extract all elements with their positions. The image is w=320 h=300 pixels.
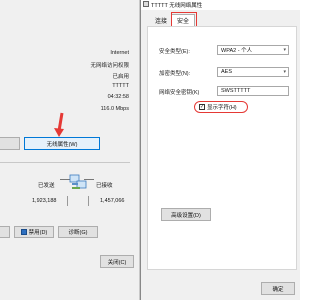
details-button[interactable] [0, 137, 20, 150]
received-label: 已接收 [96, 183, 113, 189]
shield-icon [20, 229, 27, 235]
connection-ipv6-value: 无网络访问权限 [90, 63, 129, 69]
window-title: TTTTT 无线网络属性 [151, 3, 203, 9]
activity-divider [88, 196, 89, 206]
disable-button-label: 禁用(D) [28, 230, 48, 236]
disable-button[interactable]: 禁用(D) [14, 226, 54, 238]
encryption-type-select[interactable]: AES ▾ [217, 67, 289, 77]
wireless-properties-button[interactable]: 无线属性(W) [24, 137, 100, 150]
tab-panel [147, 26, 297, 270]
network-key-input[interactable]: SWSTTTTT [217, 86, 289, 96]
tab-connection[interactable]: 连接 [151, 14, 171, 26]
ok-button[interactable]: 确定 [261, 282, 295, 295]
activity-divider [67, 196, 68, 206]
security-type-select[interactable]: WPA2 - 个人 ▾ [217, 45, 289, 55]
encryption-type-label: 加密类型(N): [159, 71, 191, 77]
diagnose-button[interactable]: 诊断(G) [58, 226, 98, 238]
section-divider [0, 162, 130, 163]
sent-label: 已发送 [38, 183, 55, 189]
media-state-value: 已启用 [112, 74, 129, 80]
arrow-annotation-icon [54, 112, 64, 137]
network-key-label: 网络安全密钥(K) [159, 90, 200, 96]
security-type-value: WPA2 - 个人 [221, 48, 253, 54]
encryption-type-value: AES [221, 69, 233, 75]
security-type-label: 安全类型(E): [159, 49, 190, 55]
checkbox-check-icon: ✓ [199, 104, 205, 110]
chevron-down-icon: ▾ [283, 69, 286, 75]
close-button[interactable]: 关闭(C) [100, 255, 134, 268]
properties-button[interactable] [0, 226, 10, 238]
show-characters-checkbox[interactable]: ✓ 显示字符(H) [199, 103, 237, 111]
show-characters-label: 显示字符(H) [207, 105, 237, 111]
chevron-down-icon: ▾ [283, 47, 286, 53]
advanced-settings-button[interactable]: 高级设置(D) [161, 208, 211, 221]
sent-value: 1,923,188 [32, 198, 57, 204]
app-icon [143, 1, 149, 7]
ssid-value: TTTTT [112, 83, 129, 89]
duration-value: 04:32:58 [107, 94, 129, 100]
title-bar: TTTTT 无线网络属性 [141, 0, 301, 10]
network-activity-icon [69, 174, 87, 189]
speed-value: 116.0 Mbps [100, 106, 129, 112]
received-value: 1,457,066 [100, 198, 125, 204]
wireless-properties-window: TTTTT 无线网络属性 连接 安全 安全类型(E): WPA2 - 个人 ▾ … [140, 0, 301, 300]
connection-ipv4-value: Internet [110, 50, 129, 56]
wlan-status-window: Internet 无网络访问权限 已启用 TTTTT 04:32:58 116.… [0, 0, 140, 300]
